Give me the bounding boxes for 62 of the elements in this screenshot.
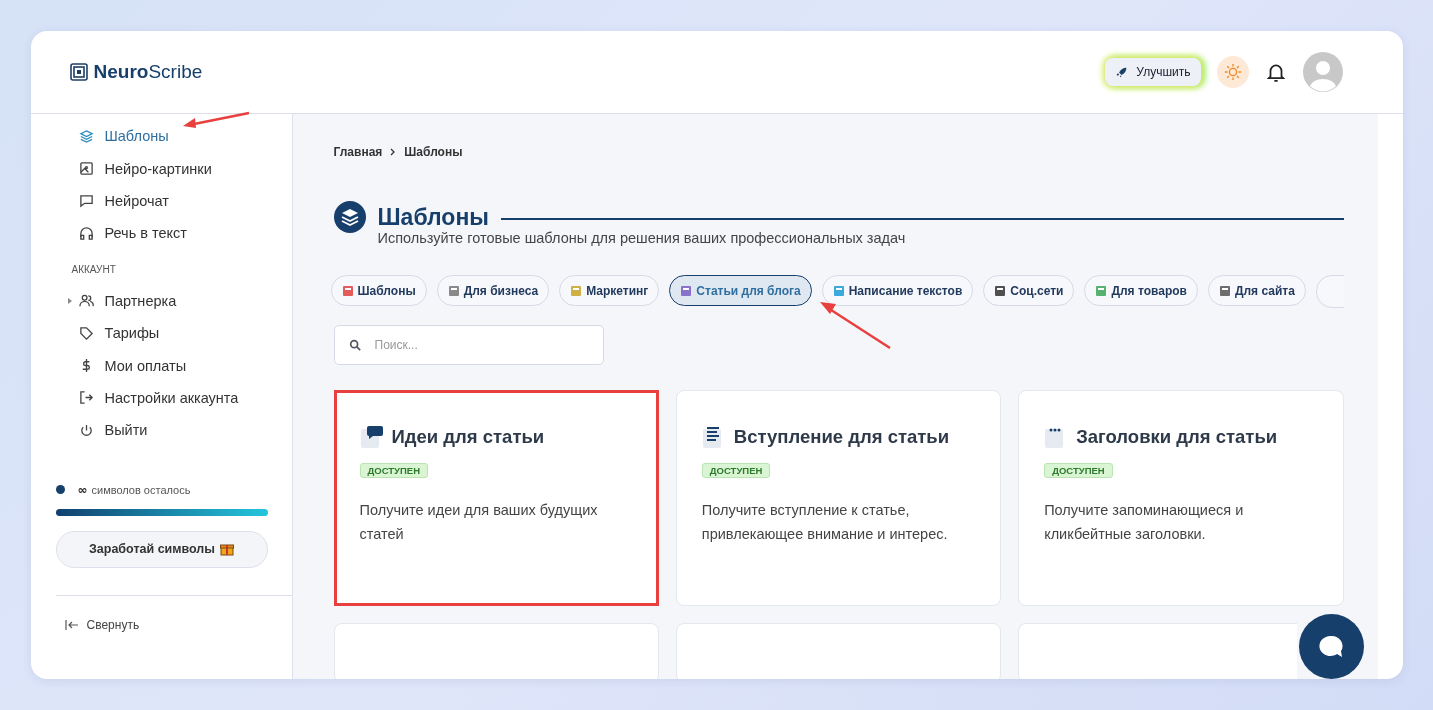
page-title: Шаблоны xyxy=(377,203,489,231)
gift-icon xyxy=(220,542,234,556)
template-card[interactable]: Заголовки для статьи ДОСТУПЕН Получите запоминающиеся и кликбейтные заголовки. xyxy=(1018,390,1344,606)
search-field[interactable]: Поиск... xyxy=(333,325,604,365)
template-card[interactable] xyxy=(675,623,1002,679)
breadcrumb-link[interactable]: Главная xyxy=(333,145,383,159)
category-chip[interactable]: Написание текстов xyxy=(821,275,974,306)
card-title: Заголовки для статьи xyxy=(1076,426,1278,448)
card-description: Получите вступление к статье, привлекающее внимание и интерес. xyxy=(701,501,949,544)
category-chip[interactable]: Маркетинг xyxy=(559,275,660,306)
card-description: Получите идеи для ваших будущих статей xyxy=(359,501,599,544)
sidebar-item[interactable]: Настройки аккаунта xyxy=(55,381,268,415)
sidebar-item[interactable]: Нейрочат xyxy=(55,184,268,218)
status-dot xyxy=(55,485,65,494)
image-icon xyxy=(78,161,94,177)
upgrade-button[interactable]: Улучшить xyxy=(1105,58,1201,86)
chat-bubble-icon xyxy=(78,193,94,209)
sidebar-item[interactable]: Речь в текст xyxy=(55,217,268,250)
users-icon xyxy=(78,293,94,309)
rocket-icon xyxy=(1115,65,1129,79)
collapse-icon xyxy=(64,619,79,630)
layers-icon xyxy=(333,201,366,233)
tag-icon xyxy=(78,325,94,341)
sidebar-item[interactable]: Партнерка xyxy=(55,284,268,317)
power-icon xyxy=(78,422,94,438)
collapse-button[interactable]: Свернуть xyxy=(55,617,268,632)
sun-icon xyxy=(1223,63,1242,81)
theme-toggle[interactable] xyxy=(1216,56,1249,88)
section-label: АККАУНТ xyxy=(71,263,117,275)
category-chip[interactable]: Соц.сети xyxy=(983,275,1075,306)
sidebar-item[interactable]: Шаблоны xyxy=(55,120,268,153)
card-title: Идеи для статьи xyxy=(391,426,545,448)
app-logo[interactable]: NeuroScribe xyxy=(93,61,203,83)
status-badge: ДОСТУПЕН xyxy=(1044,463,1113,478)
logout-icon xyxy=(78,390,94,406)
template-card[interactable] xyxy=(333,623,659,679)
template-card[interactable]: Идеи для статьи ДОСТУПЕН Получите идеи для ваших будущих статей xyxy=(333,390,659,606)
status-badge: ДОСТУПЕН xyxy=(359,463,429,478)
status-badge: ДОСТУПЕН xyxy=(701,463,771,478)
category-chip[interactable]: Для товаров xyxy=(1084,275,1198,306)
sidebar-item[interactable]: Нейро-картинки xyxy=(55,152,268,185)
category-chip[interactable]: Статьи для блога xyxy=(669,275,812,306)
card-title: Вступление для статьи xyxy=(733,426,950,448)
credits-label: символов осталось xyxy=(91,483,191,496)
layers-icon xyxy=(78,128,94,144)
headphones-icon xyxy=(78,225,94,241)
document-icon xyxy=(359,425,384,449)
page-subtitle: Используйте готовые шаблоны для решения ваших профессиональных задач xyxy=(377,230,907,246)
card-description: Получите запоминающиеся и кликбейтные заголовки. xyxy=(1044,501,1245,544)
template-card[interactable]: Вступление для статьи ДОСТУПЕН Получите вступление к статье, привлекающее внимание и интерес. xyxy=(675,390,1002,606)
logo-icon xyxy=(69,63,88,81)
sidebar-item[interactable]: Тарифы xyxy=(55,316,268,350)
chevron-icon xyxy=(390,148,397,156)
category-chip[interactable]: Для сайта xyxy=(1207,275,1306,306)
category-chip[interactable]: Для бизнеса xyxy=(436,275,550,306)
caret-icon[interactable] xyxy=(67,297,72,304)
credits-amount: ∞ xyxy=(77,482,88,497)
sidebar-item[interactable]: Мои оплаты xyxy=(55,349,268,382)
category-chip[interactable]: Шаблоны xyxy=(330,275,427,306)
sidebar-item[interactable]: Выйти xyxy=(55,414,268,447)
earn-button[interactable]: Заработай символы xyxy=(55,530,268,568)
avatar-icon[interactable] xyxy=(1302,52,1343,92)
